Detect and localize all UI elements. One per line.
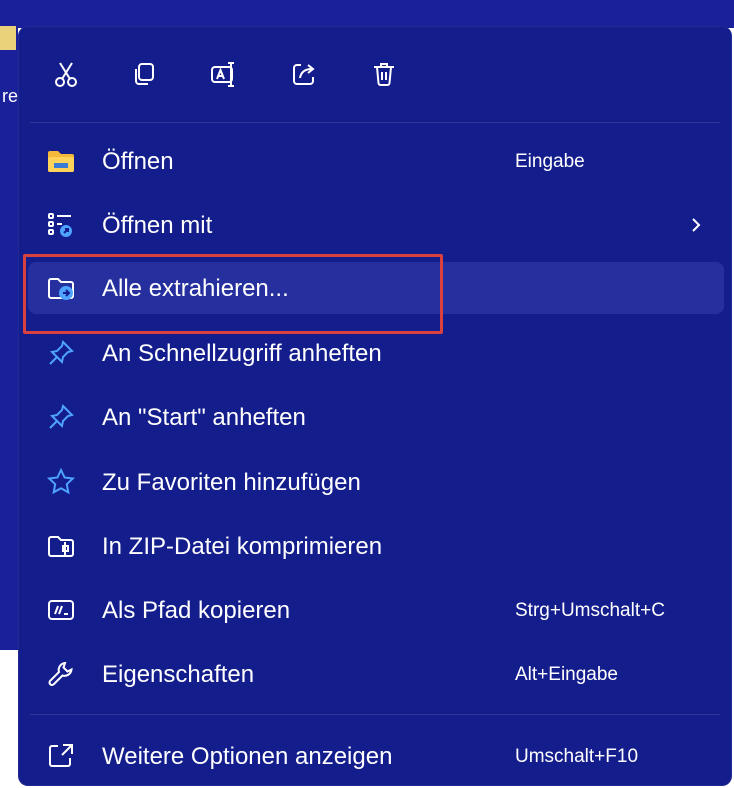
menu-item-label: In ZIP-Datei komprimieren [102, 533, 383, 560]
background-text: re [2, 86, 19, 106]
share-icon [293, 64, 315, 85]
toolbar-separator [30, 122, 720, 123]
extract-folder-icon [46, 273, 76, 303]
menu-item-more-options[interactable]: Weitere Optionen anzeigen Umschalt+F10 [28, 730, 724, 782]
menu-item-label: Als Pfad kopieren [102, 597, 291, 624]
open-with-icon [46, 210, 76, 240]
cut-button[interactable] [44, 52, 88, 96]
menu-item-extract-all[interactable]: Alle extrahieren... [28, 262, 724, 314]
menu-item-properties[interactable]: Eigenschaften Alt+Eingabe [28, 648, 724, 700]
menu-item-label: Öffnen mit [102, 212, 213, 239]
menu-item-open[interactable]: Öffnen Eingabe [28, 135, 724, 187]
menu-item-compress-zip[interactable]: In ZIP-Datei komprimieren [28, 520, 724, 572]
menu-item-shortcut: Umschalt+F10 [515, 746, 639, 767]
delete-button[interactable] [362, 52, 406, 96]
pin-start-icon [46, 402, 76, 432]
menu-item-label: Alle extrahieren... [102, 275, 289, 302]
menu-item-shortcut: Alt+Eingabe [515, 664, 618, 685]
menu-item-label: Öffnen [102, 148, 174, 175]
menu-item-label: An "Start" anheften [102, 404, 306, 431]
star-icon [46, 467, 76, 497]
background-window-strip [0, 0, 734, 28]
menu-separator [30, 714, 720, 715]
menu-item-shortcut: Eingabe [515, 151, 585, 172]
menu-item-shortcut: Strg+Umschalt+C [515, 600, 665, 621]
background-folder-chip [0, 26, 16, 50]
pin-icon [46, 338, 76, 368]
trash-icon [374, 63, 394, 86]
rename-button[interactable] [202, 52, 246, 96]
menu-item-label: Weitere Optionen anzeigen [102, 743, 393, 770]
chevron-right-icon [686, 213, 706, 237]
share-button[interactable] [282, 52, 326, 96]
context-toolbar [18, 26, 732, 122]
menu-item-open-with[interactable]: Öffnen mit [28, 199, 724, 251]
copy-path-icon [46, 595, 76, 625]
zip-icon [46, 531, 76, 561]
copy-icon [135, 63, 154, 85]
menu-item-copy-path[interactable]: Als Pfad kopieren Strg+Umschalt+C [28, 584, 724, 636]
context-menu: Öffnen Eingabe Öffnen mit Alle extrahier… [18, 26, 732, 786]
menu-item-label: Eigenschaften [102, 661, 255, 688]
menu-item-pin-start[interactable]: An "Start" anheften [28, 391, 724, 443]
scissors-icon [55, 62, 77, 87]
menu-item-pin-quick-access[interactable]: An Schnellzugriff anheften [28, 327, 724, 379]
menu-item-label: Zu Favoriten hinzufügen [102, 469, 361, 496]
rename-icon [211, 62, 234, 87]
more-options-icon [46, 741, 76, 771]
wrench-icon [46, 659, 76, 689]
copy-button[interactable] [122, 52, 166, 96]
menu-item-label: An Schnellzugriff anheften [102, 340, 382, 367]
folder-icon [46, 146, 76, 176]
menu-item-add-favorites[interactable]: Zu Favoriten hinzufügen [28, 456, 724, 508]
